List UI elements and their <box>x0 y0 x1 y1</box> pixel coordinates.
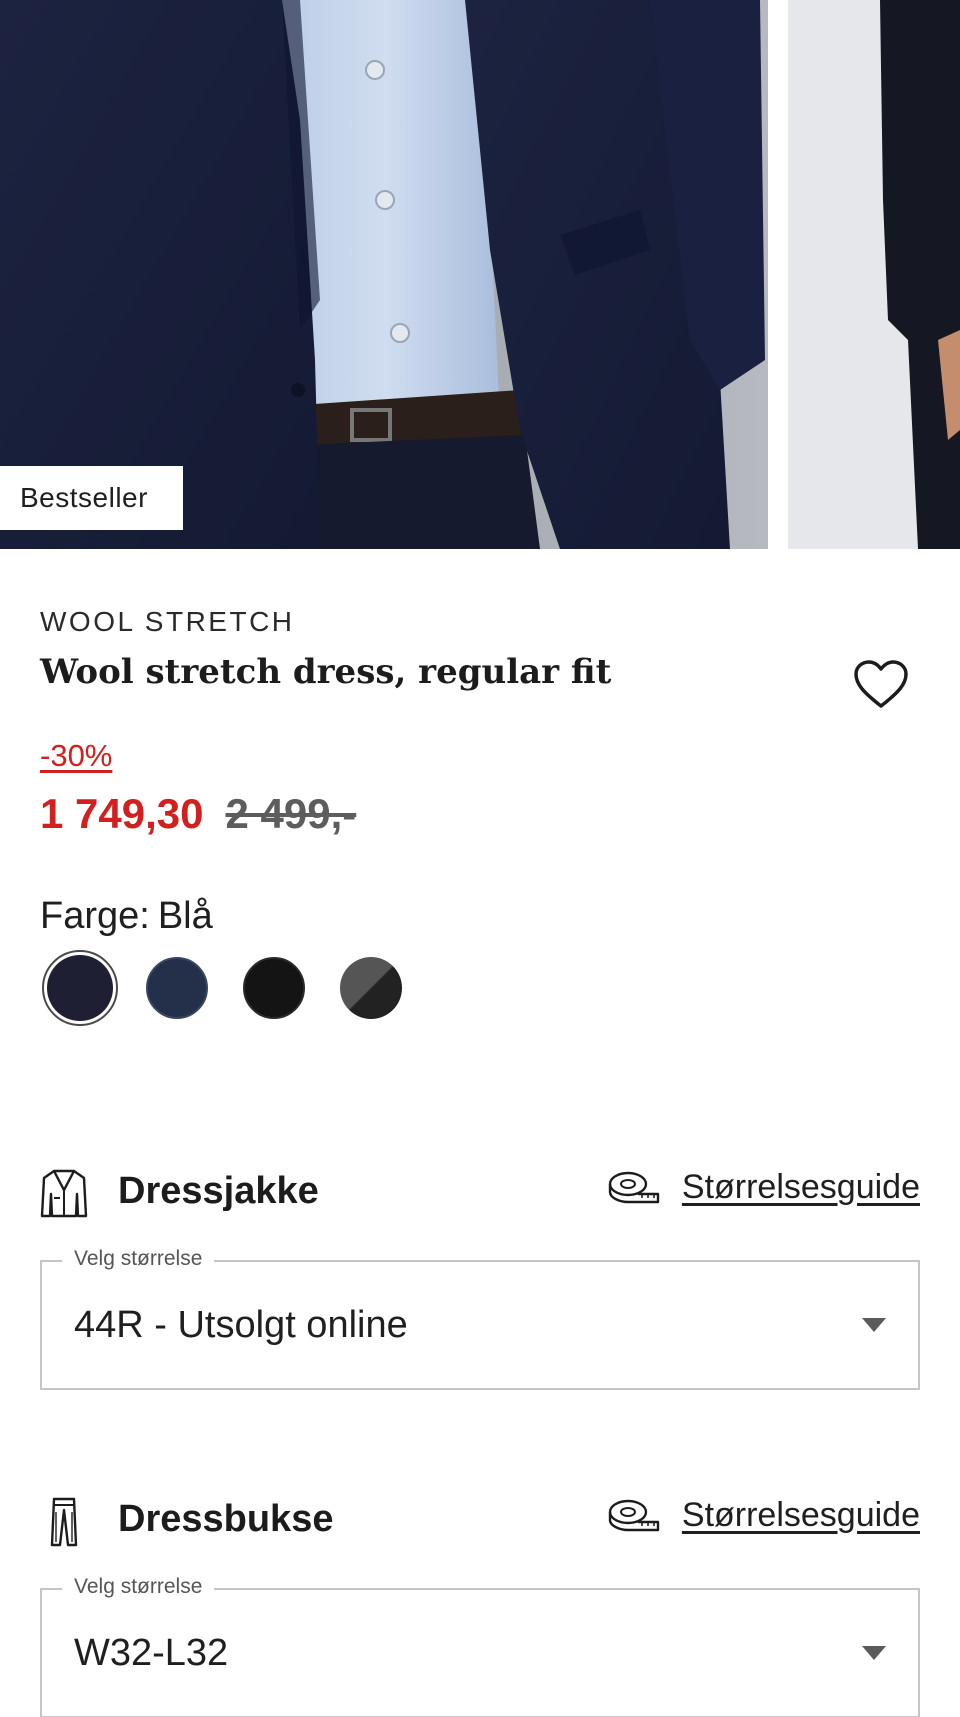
trousers-section-title: Dressbukse <box>118 1498 334 1540</box>
jacket-size-header: Dressjakke Størrelsesguide <box>40 1162 920 1222</box>
discount-percentage: -30% <box>40 738 113 773</box>
product-photo-next <box>788 0 960 549</box>
jacket-icon <box>40 1169 88 1218</box>
color-label-prefix: Farge: <box>40 895 150 937</box>
swatch-fill <box>47 955 113 1021</box>
size-guide-label: Størrelsesguide <box>681 1496 920 1534</box>
caret-down-icon <box>862 1646 886 1660</box>
product-page: Bestseller WOOL STRETCH Wool stretch dre… <box>0 0 960 1717</box>
size-guide-label: Størrelsesguide <box>681 1168 920 1206</box>
price-row: 1 749,30 2 499,- <box>40 790 356 838</box>
product-image-main[interactable]: Bestseller <box>0 0 768 549</box>
original-price: 2 499,- <box>225 790 357 837</box>
product-brand: WOOL STRETCH <box>40 606 295 637</box>
favorite-button[interactable] <box>853 660 909 710</box>
select-legend: Velg størrelse <box>62 1247 215 1271</box>
selected-color-name: Blå <box>157 895 213 937</box>
color-label: Farge: Blå <box>40 895 213 938</box>
selected-jacket-size: 44R - Utsolgt online <box>74 1304 408 1346</box>
trousers-size-select[interactable]: Velg størrelse W32-L32 <box>40 1575 920 1717</box>
color-swatch-black[interactable] <box>243 957 305 1019</box>
tape-measure-icon <box>608 1499 660 1531</box>
selected-trousers-size: W32-L32 <box>74 1632 229 1674</box>
color-swatch-navy-dark[interactable] <box>42 950 118 1026</box>
product-image-next[interactable] <box>788 0 960 549</box>
product-title: Wool stretch dress, regular fit <box>40 652 612 692</box>
jacket-size-select[interactable]: Velg størrelse 44R - Utsolgt online <box>40 1247 920 1390</box>
bestseller-badge: Bestseller <box>0 466 183 530</box>
trousers-size-guide-link[interactable]: Størrelsesguide <box>608 1496 920 1535</box>
color-swatches <box>40 950 437 1026</box>
heart-icon <box>854 660 908 708</box>
sale-price: 1 749,30 <box>40 790 204 837</box>
jacket-size-guide-link[interactable]: Størrelsesguide <box>608 1168 920 1207</box>
tape-measure-icon <box>608 1171 660 1203</box>
trousers-icon <box>50 1497 78 1547</box>
caret-down-icon <box>862 1318 886 1332</box>
product-image-carousel[interactable]: Bestseller <box>0 0 960 549</box>
color-swatch-grey-black[interactable] <box>340 957 402 1019</box>
select-legend: Velg størrelse <box>62 1575 215 1599</box>
color-swatch-navy[interactable] <box>146 957 208 1019</box>
jacket-section-title: Dressjakke <box>118 1170 319 1212</box>
trousers-size-header: Dressbukse Størrelsesguide <box>40 1490 920 1550</box>
